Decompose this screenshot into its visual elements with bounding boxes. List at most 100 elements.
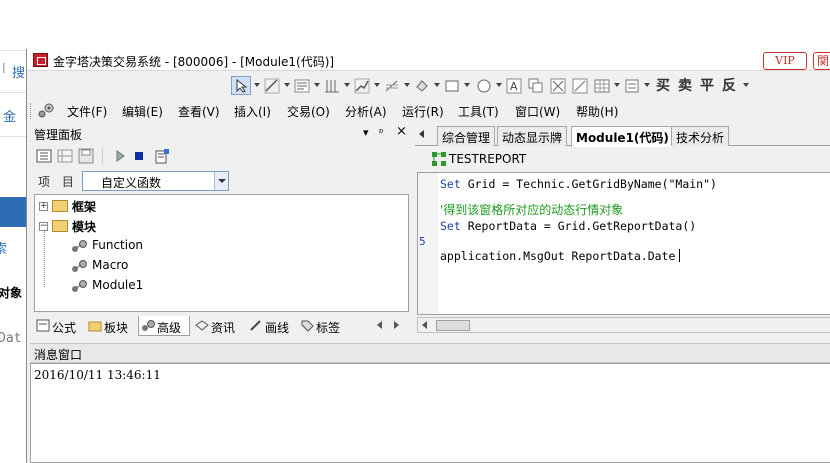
bg-search-fragment: 搜 — [12, 66, 26, 81]
menu-trade[interactable]: 交易(O) — [287, 103, 330, 120]
horizontal-scrollbar[interactable] — [417, 317, 830, 333]
tab-formula[interactable]: 公式 — [34, 316, 84, 336]
line-marker: 5 — [419, 235, 426, 248]
tree-node-label: Module1 — [92, 278, 144, 292]
code-area[interactable]: Set Grid = Technic.GetGridByName("Main")… — [417, 172, 830, 315]
panel-detail-icon[interactable] — [57, 148, 73, 164]
menu-help[interactable]: 帮助(H) — [576, 103, 618, 120]
project-select-value: 自定义函数 — [101, 176, 162, 190]
panel-pin-icon[interactable]: ᵖ — [379, 126, 384, 139]
message-window-title-bar: 消息窗口 — [30, 343, 830, 363]
text-caret — [679, 249, 680, 262]
collapse-modules-icon[interactable]: − — [39, 222, 48, 231]
scrollbar-thumb[interactable] — [436, 320, 470, 331]
editor-tab-row: 综合管理 动态显示牌 Module1(代码) 技术分析 — [415, 124, 830, 147]
svg-text:A: A — [510, 80, 518, 93]
properties-icon[interactable] — [154, 148, 170, 164]
module-icon — [71, 279, 89, 293]
tab-scroll-right-icon[interactable] — [394, 321, 399, 329]
panel-menu-icon[interactable]: ▾ — [363, 126, 369, 139]
erase-tool-icon[interactable] — [569, 76, 589, 95]
tab-news[interactable]: 资讯 — [193, 316, 243, 336]
report-name: TESTREPORT — [449, 152, 527, 166]
bg-fragment: 金 — [3, 110, 17, 125]
panel-save-icon[interactable] — [78, 148, 94, 164]
code-line: Set ReportData = Grid.GetReportData() — [440, 219, 697, 233]
settings-tool-icon[interactable] — [621, 76, 641, 95]
sell-button[interactable]: 卖 — [675, 76, 695, 96]
panel-list-icon[interactable] — [36, 148, 52, 164]
line-tool-icon[interactable] — [261, 76, 281, 95]
stop-icon[interactable] — [131, 148, 147, 164]
project-select[interactable]: 自定义函数 — [82, 171, 229, 191]
toolbar-grip[interactable] — [30, 103, 33, 119]
tab-scroll-left-icon[interactable] — [377, 321, 382, 329]
tab-drawing[interactable]: 画线 — [247, 316, 297, 336]
close-position-button[interactable]: 平 — [697, 76, 717, 96]
buy-button[interactable]: 买 — [653, 76, 673, 96]
code-comment: '得到该窗格所对应的动态行情对象 — [440, 203, 624, 217]
folder-icon — [52, 200, 68, 212]
pointer-tool-icon[interactable] — [231, 76, 251, 95]
menu-bar: 文件(F) 编辑(E) 查看(V) 插入(I) 交易(O) 分析(A) 运行(R… — [27, 100, 830, 122]
tree-node-label: Function — [92, 238, 144, 252]
code-line: application.MsgOut ReportData.Date — [440, 249, 676, 263]
menu-file[interactable]: 文件(F) — [67, 103, 107, 120]
fork-tool-icon[interactable] — [381, 76, 401, 95]
tab-technical-analysis[interactable]: 技术分析 — [671, 126, 730, 146]
ellipse-tool-icon[interactable] — [473, 76, 493, 95]
toolbar-separator — [102, 148, 104, 164]
background-browser-page: l 搜 金 索 对象 Dat — [0, 0, 26, 463]
bg-blue-bar — [0, 197, 26, 227]
vip-button[interactable]: VIP — [763, 52, 807, 70]
delete-tool-icon[interactable] — [547, 76, 567, 95]
chevron-down-icon[interactable] — [214, 172, 228, 190]
panel-close-icon[interactable]: × — [396, 124, 407, 139]
text-box-tool-icon[interactable]: A — [503, 76, 523, 95]
tab-module1-code[interactable]: Module1(代码) — [571, 126, 674, 147]
tab-dynamic-board[interactable]: 动态显示牌 — [497, 126, 568, 146]
bg-fragment: 对象 — [0, 286, 23, 300]
management-panel: 管理面板 ▾ ᵖ × 项 目 自定义函数 + 框架 − 模块 Function … — [30, 124, 410, 340]
trend-tool-icon[interactable] — [351, 76, 371, 95]
panel-title: 管理面板 — [34, 128, 83, 142]
scroll-left-icon[interactable] — [422, 321, 427, 329]
menu-tools[interactable]: 工具(T) — [458, 103, 499, 120]
reverse-position-button[interactable]: 反 — [719, 76, 739, 96]
menu-analysis[interactable]: 分析(A) — [345, 103, 387, 120]
menu-view[interactable]: 查看(V) — [178, 103, 220, 120]
run-icon[interactable] — [112, 148, 128, 164]
window-title: 金字塔决策交易系统 - [800006] - [Module1(代码)] — [53, 55, 335, 69]
expand-framework-icon[interactable]: + — [39, 202, 48, 211]
menu-insert[interactable]: 插入(I) — [234, 103, 271, 120]
tab-advanced[interactable]: 高级 — [138, 316, 190, 336]
tab-sector[interactable]: 板块 — [86, 316, 136, 336]
tree-node-label: 模块 — [72, 220, 97, 234]
tab-tags[interactable]: 标签 — [298, 316, 348, 336]
panel-bottom-tabs: 公式 板块 高级 资讯 画线 标签 — [30, 314, 410, 338]
grid-tool-icon[interactable] — [591, 76, 611, 95]
folder-icon — [88, 319, 102, 332]
copy-tool-icon[interactable] — [525, 76, 545, 95]
rect-tool-icon[interactable] — [441, 76, 461, 95]
bar-tool-icon[interactable] — [321, 76, 341, 95]
code-line: Set Grid = Technic.GetGridByName("Main") — [440, 177, 717, 191]
fill-tool-icon[interactable] — [411, 76, 431, 95]
news-icon — [195, 319, 209, 332]
tab-scroll-left-icon[interactable] — [419, 130, 424, 138]
text-tool-icon[interactable] — [291, 76, 311, 95]
menu-edit[interactable]: 编辑(E) — [122, 103, 163, 120]
code-editor-pane: 综合管理 动态显示牌 Module1(代码) 技术分析 TESTREPORT S… — [415, 124, 830, 340]
formula-icon — [36, 319, 50, 332]
message-window-title: 消息窗口 — [34, 348, 83, 362]
bg-fragment: 索 — [0, 242, 8, 257]
module-menu-icon[interactable] — [37, 102, 55, 120]
panel-toolbar — [30, 145, 410, 169]
tab-general-management[interactable]: 综合管理 — [437, 126, 496, 146]
message-output[interactable]: 2016/10/11 13:46:11 — [30, 363, 830, 463]
menu-run[interactable]: 运行(R) — [402, 103, 444, 120]
menu-window[interactable]: 窗口(W) — [515, 103, 560, 120]
close-window-button[interactable]: 関 — [813, 52, 830, 70]
title-bar: 金字塔决策交易系统 - [800006] - [Module1(代码)] VIP… — [27, 49, 830, 71]
folder-icon — [52, 220, 68, 232]
